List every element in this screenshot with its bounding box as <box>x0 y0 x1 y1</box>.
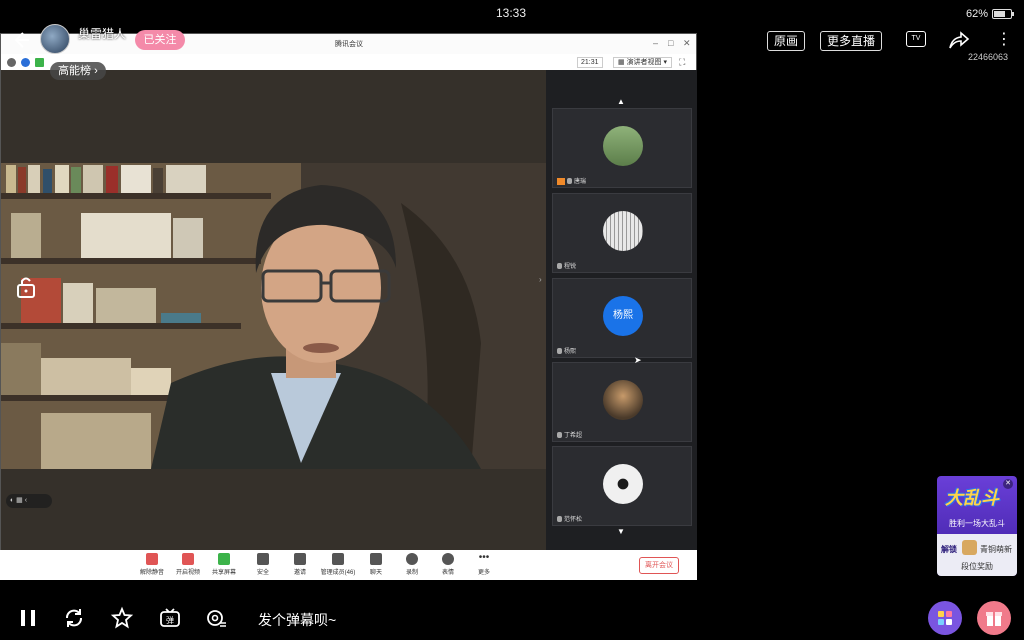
signal-icon <box>35 58 44 67</box>
participant-avatar <box>603 380 643 420</box>
participant-name: 范怀松 <box>564 517 583 523</box>
battery-percent: 62% <box>965 8 988 20</box>
share-screen-button[interactable]: 共享屏幕 <box>206 553 242 576</box>
room-id: 22466063 <box>968 52 1009 62</box>
chat-icon <box>370 553 382 565</box>
emoji-icon <box>442 553 454 565</box>
record-button[interactable]: 录制 <box>394 553 430 576</box>
info-icon <box>7 58 16 67</box>
invite-icon <box>294 553 306 565</box>
scroll-down-icon[interactable]: ▼ <box>617 527 625 536</box>
refresh-icon[interactable] <box>62 606 86 630</box>
gift-icon[interactable] <box>977 601 1011 635</box>
danmu-settings-icon[interactable] <box>204 606 228 630</box>
mic-icon <box>557 263 562 270</box>
battery-indicator: 62% <box>965 8 1014 20</box>
participant-tile[interactable]: 程锐 <box>552 193 692 273</box>
follow-button[interactable]: 已关注 <box>135 30 185 50</box>
share-icon[interactable] <box>948 30 970 50</box>
members-icon <box>332 553 344 565</box>
start-video-button[interactable]: 开启视频 <box>170 553 206 576</box>
participant-tile[interactable]: 范怀松 <box>552 446 692 526</box>
apps-grid-icon[interactable] <box>928 601 962 635</box>
speaker-video <box>1 163 547 469</box>
meeting-timer: 21:31 <box>577 57 603 68</box>
streamer-name[interactable]: 巢雷猎人 <box>78 25 126 42</box>
camera-off-icon <box>182 553 194 565</box>
streamer-avatar[interactable] <box>40 24 70 54</box>
danmu-input[interactable]: 发个弹幕呗~ <box>258 610 336 630</box>
game-logo: 大乱斗 <box>945 488 999 508</box>
meeting-title: 腾讯会议 <box>335 41 363 48</box>
meeting-toolbar: 解除静音 开启视频 共享屏幕 安全 邀请 管理成员(46) 聊天 录制 表情 •… <box>0 550 697 580</box>
ad-reward-label: 段位奖励 <box>961 562 993 571</box>
speaker-area <box>1 70 547 550</box>
ad-rank-label: 青铜萌新 <box>980 545 1012 554</box>
maximize-icon: □ <box>668 38 674 48</box>
svg-text:弹: 弹 <box>166 615 174 625</box>
tv-cast-icon[interactable]: TV <box>906 31 926 47</box>
ad-reward-panel: 解锁 青铜萌新 段位奖励 <box>937 534 1017 576</box>
participant-tile[interactable]: 丁希超 <box>552 362 692 442</box>
participant-name: 唐瑞 <box>574 179 587 185</box>
mic-icon <box>557 348 562 355</box>
chat-button[interactable]: 聊天 <box>358 553 394 576</box>
shield-icon <box>21 58 30 67</box>
participant-avatar: 杨熙 <box>603 296 643 336</box>
view-label: 演讲者视图 <box>626 59 662 66</box>
more-live-button[interactable]: 更多直播 <box>820 31 883 51</box>
game-ad-card[interactable]: 大乱斗 ✕ 胜利一场大乱斗 解锁 青铜萌新 段位奖励 <box>937 476 1017 576</box>
chevron-right-icon: › <box>94 65 98 77</box>
share-screen-icon <box>218 553 230 565</box>
ad-close-icon[interactable]: ✕ <box>1003 479 1013 489</box>
participant-avatar <box>603 464 643 504</box>
minimize-icon: – <box>653 38 659 48</box>
mic-icon <box>567 178 572 185</box>
mouse-cursor-icon: ➤ <box>634 355 642 365</box>
unmute-button[interactable]: 解除静音 <box>134 553 170 576</box>
invite-button[interactable]: 邀请 <box>282 553 318 576</box>
scroll-up-icon[interactable]: ▲ <box>617 97 625 106</box>
danmu-toggle-icon[interactable]: 弹 <box>158 606 182 630</box>
back-icon[interactable] <box>10 30 30 50</box>
rank-button[interactable]: 高能榜 › <box>50 62 106 80</box>
manage-members-button[interactable]: 管理成员(46) <box>320 553 356 576</box>
participant-tile[interactable]: 杨熙 杨熙 <box>552 278 692 358</box>
more-button[interactable]: ••• 更多 <box>466 552 502 577</box>
speaker-video-image <box>1 163 547 469</box>
lock-icon[interactable] <box>14 275 38 299</box>
status-time: 13:33 <box>496 6 527 20</box>
more-vertical-icon[interactable]: ⋮ <box>996 32 1012 48</box>
ad-unlock-label: 解锁 <box>941 545 957 554</box>
participant-name: 丁希超 <box>564 433 583 439</box>
participant-name: 程锐 <box>564 264 577 270</box>
participant-avatar <box>603 126 643 166</box>
participant-avatar <box>603 211 643 251</box>
rank-label: 高能榜 <box>58 65 91 77</box>
leave-meeting-button[interactable]: 离开会议 <box>639 557 679 574</box>
effects-star-icon[interactable] <box>110 606 134 630</box>
ellipsis-icon: ••• <box>478 552 490 563</box>
shield-icon <box>257 553 269 565</box>
mini-controls[interactable]: ◐ ▦ ‹ <box>6 494 52 508</box>
participant-name: 杨熙 <box>564 349 577 355</box>
mic-icon <box>557 432 562 439</box>
pause-icon[interactable] <box>16 606 40 630</box>
reactions-button[interactable]: 表情 <box>430 553 466 576</box>
screen: 13:33 62% 腾讯会议 – □ ✕ 21:31 ▦ 演讲者视图 ▾ ⛶ ›… <box>0 0 1024 640</box>
battery-icon <box>992 9 1014 19</box>
mic-icon <box>557 516 562 523</box>
participant-tile[interactable]: 唐瑞 <box>552 108 692 188</box>
treasure-box-icon <box>962 540 977 555</box>
mic-off-icon <box>146 553 158 565</box>
host-icon <box>557 177 565 185</box>
ad-subtitle: 胜利一场大乱斗 <box>949 519 1005 528</box>
fullscreen-icon: ⛶ <box>679 57 686 67</box>
expand-sidebar-icon[interactable]: › <box>539 275 542 284</box>
security-button[interactable]: 安全 <box>245 553 281 576</box>
view-selector: ▦ 演讲者视图 ▾ <box>613 57 673 68</box>
quality-button[interactable]: 原画 <box>767 31 806 51</box>
record-icon <box>406 553 418 565</box>
close-icon: ✕ <box>683 38 691 48</box>
